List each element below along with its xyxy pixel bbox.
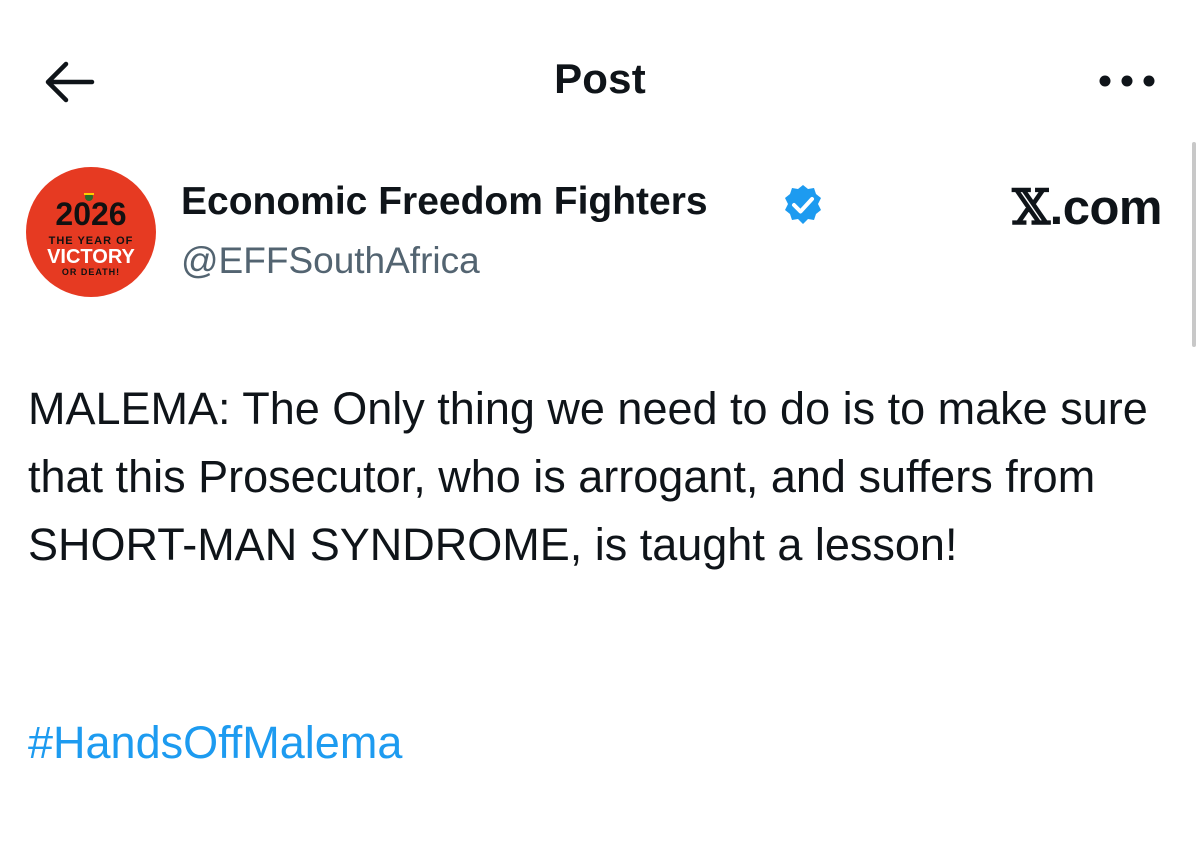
brand-domain: .com [1049,181,1163,235]
avatar[interactable]: 2026 THE YEAR OF VICTORY OR DEATH! [26,167,156,297]
author-name[interactable]: Economic Freedom Fighters [181,180,708,224]
brand-label: 𝕏.com [1012,178,1162,236]
more-options-button[interactable] [1098,66,1156,96]
scrollbar[interactable] [1192,142,1196,347]
more-horizontal-icon [1099,75,1155,87]
verified-badge-icon [781,183,825,227]
x-logo-icon: 𝕏 [1012,178,1050,236]
eff-avatar-image: 2026 THE YEAR OF VICTORY OR DEATH! [26,167,156,297]
hashtag-link[interactable]: #HandsOffMalema [28,717,402,769]
author-handle[interactable]: @EFFSouthAfrica [181,240,480,282]
page-title: Post [554,55,646,102]
avatar-year: 2026 [55,196,126,232]
avatar-line3: OR DEATH! [62,267,120,277]
post-header: Post [0,0,1200,160]
post-text: MALEMA: The Only thing we need to do is … [28,383,1148,570]
avatar-line2: VICTORY [47,246,135,268]
